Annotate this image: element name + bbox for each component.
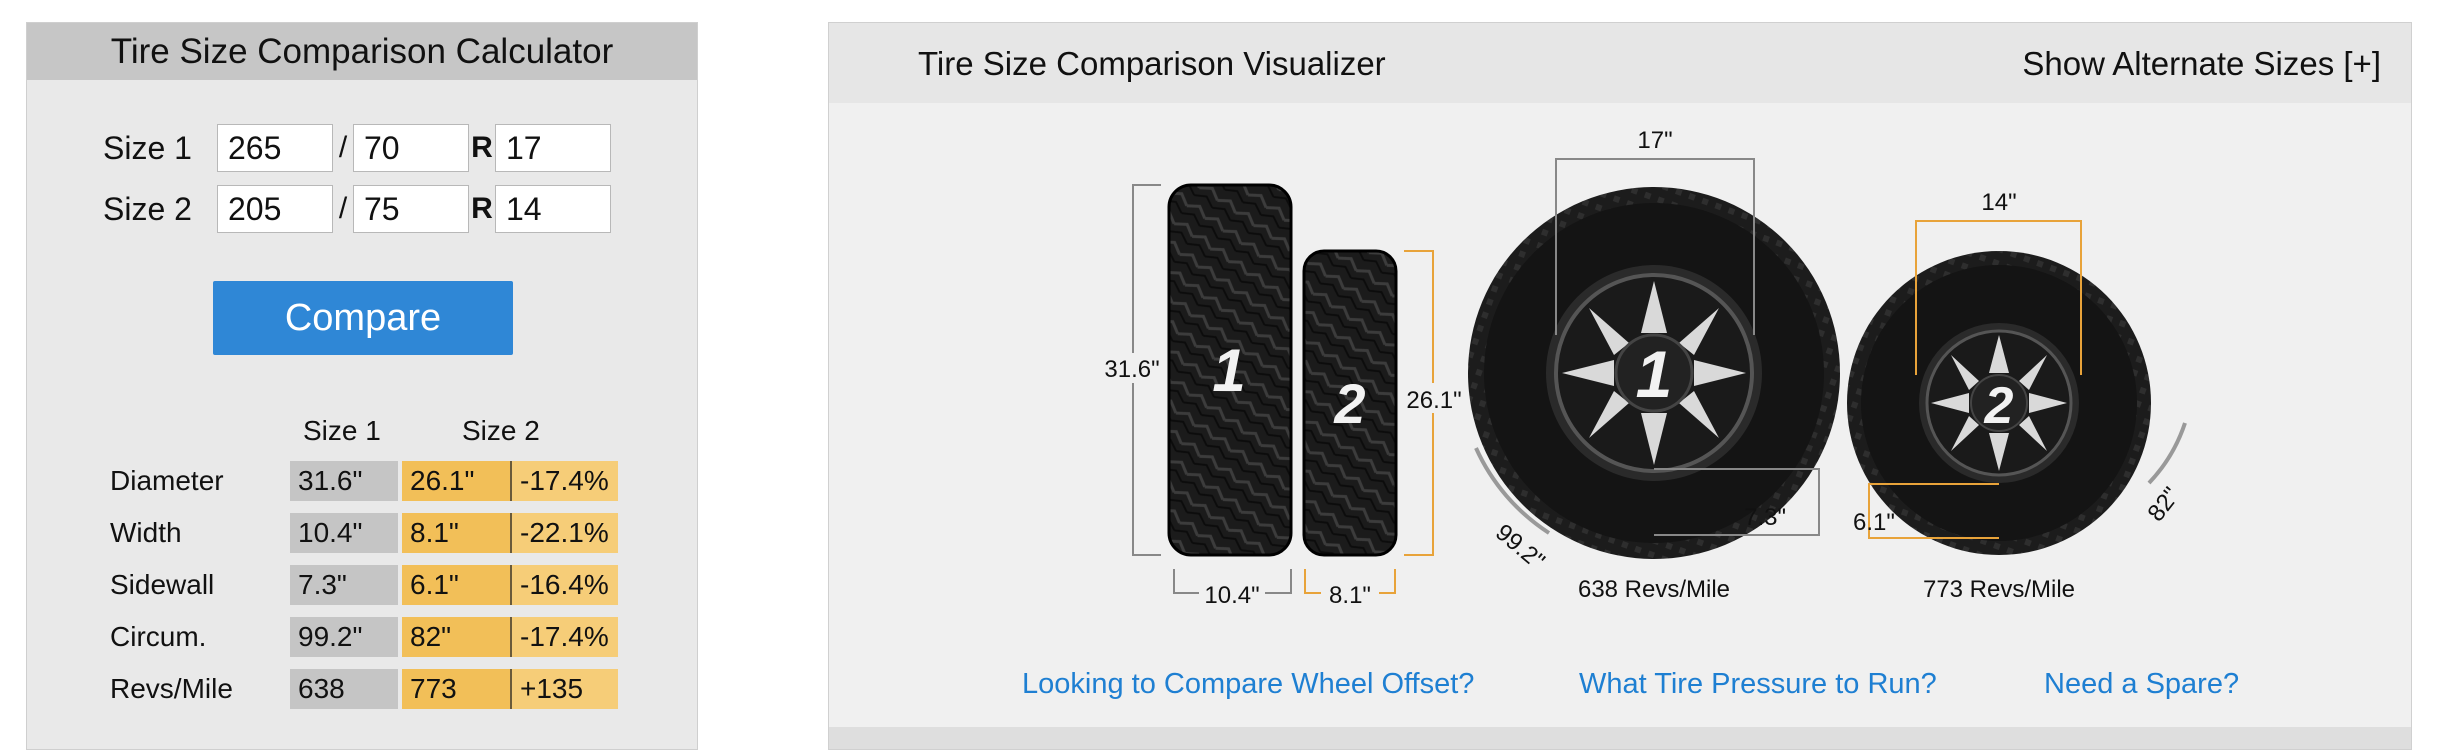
diff-value: -17.4% bbox=[510, 617, 618, 657]
size2-aspect-input[interactable] bbox=[353, 185, 469, 233]
row-label: Circum. bbox=[110, 621, 207, 652]
tire1-diameter-label: 31.6" bbox=[1104, 356, 1159, 383]
size2-value: 6.1" bbox=[402, 565, 510, 605]
visualizer-panel: Tire Size Comparison Visualizer Show Alt… bbox=[828, 22, 2412, 750]
tire1-width-label: 10.4" bbox=[1204, 582, 1259, 609]
row-label: Revs/Mile bbox=[110, 673, 233, 704]
results-row-sidewall: Sidewall 7.3" 6.1" -16.4% bbox=[110, 565, 618, 605]
tire2-revs-label: 773 Revs/Mile bbox=[1923, 576, 2075, 603]
calculator-panel: Tire Size Comparison Calculator Size 1 /… bbox=[26, 22, 698, 750]
show-alternate-sizes-toggle[interactable]: Show Alternate Sizes [+] bbox=[2022, 45, 2381, 83]
diff-value: +135 bbox=[510, 669, 618, 709]
size2-value: 8.1" bbox=[402, 513, 510, 553]
results-col-size2: Size 2 bbox=[462, 415, 540, 446]
compare-wheel-offset-link[interactable]: Looking to Compare Wheel Offset? bbox=[1022, 668, 1474, 701]
visualizer-footer-bar bbox=[829, 727, 2411, 749]
tire2-rim-label: 14" bbox=[1981, 189, 2016, 216]
tire2-front-number: 2 bbox=[1984, 377, 2014, 435]
compare-button[interactable]: Compare bbox=[213, 281, 513, 355]
size2-value: 26.1" bbox=[402, 461, 510, 501]
size1-value: 10.4" bbox=[290, 513, 398, 553]
tire2-side-number: 2 bbox=[1333, 372, 1365, 435]
size1-row: Size 1 / R bbox=[103, 122, 611, 174]
need-a-spare-link[interactable]: Need a Spare? bbox=[2044, 668, 2239, 701]
diff-value: -22.1% bbox=[510, 513, 618, 553]
size1-aspect-input[interactable] bbox=[353, 124, 469, 172]
size2-width-input[interactable] bbox=[217, 185, 333, 233]
tire1-rim-label: 17" bbox=[1637, 127, 1672, 154]
size2-r-label: R bbox=[471, 192, 493, 225]
results-row-revs: Revs/Mile 638 773 +135 bbox=[110, 669, 618, 709]
row-label: Sidewall bbox=[110, 569, 215, 600]
size1-label: Size 1 bbox=[103, 129, 192, 166]
size2-slash: / bbox=[338, 192, 348, 225]
size2-value: 773 bbox=[402, 669, 510, 709]
tire2-diameter-label: 26.1" bbox=[1406, 387, 1461, 414]
tire2-sidewall-label: 6.1" bbox=[1853, 509, 1895, 536]
size1-value: 7.3" bbox=[290, 565, 398, 605]
tire2-circum-label: 82" bbox=[2142, 482, 2185, 526]
row-label: Width bbox=[110, 517, 182, 548]
size1-width-input[interactable] bbox=[217, 124, 333, 172]
row-label: Diameter bbox=[110, 465, 224, 496]
size1-slash: / bbox=[338, 131, 348, 164]
tire1-side-number: 1 bbox=[1212, 337, 1245, 404]
results-col-size1: Size 1 bbox=[303, 415, 381, 446]
tire2-circum-arc bbox=[2147, 422, 2187, 485]
visualizer-title: Tire Size Comparison Visualizer bbox=[918, 45, 1386, 82]
tire-visualization: 1 2 31.6" 26.1" 10.4" 8.1" 1 17" 7.3" 99… bbox=[1104, 127, 2187, 609]
size2-label: Size 2 bbox=[103, 190, 192, 227]
size1-rim-input[interactable] bbox=[495, 124, 611, 172]
results-row-diameter: Diameter 31.6" 26.1" -17.4% bbox=[110, 461, 618, 501]
tire1-sidewall-label: 7.3" bbox=[1744, 504, 1786, 531]
size1-value: 31.6" bbox=[290, 461, 398, 501]
visualizer-header: Tire Size Comparison Visualizer Show Alt… bbox=[829, 23, 2411, 103]
size1-value: 99.2" bbox=[290, 617, 398, 657]
diff-value: -17.4% bbox=[510, 461, 618, 501]
tire1-front-number: 1 bbox=[1636, 337, 1673, 411]
size1-r-label: R bbox=[471, 131, 493, 164]
size2-row: Size 2 / R bbox=[103, 183, 611, 235]
tire2-width-label: 8.1" bbox=[1329, 582, 1371, 609]
tire1-revs-label: 638 Revs/Mile bbox=[1578, 576, 1730, 603]
results-row-circum: Circum. 99.2" 82" -17.4% bbox=[110, 617, 618, 657]
calculator-title: Tire Size Comparison Calculator bbox=[27, 23, 697, 80]
tire-pressure-link[interactable]: What Tire Pressure to Run? bbox=[1579, 668, 1937, 701]
size1-value: 638 bbox=[290, 669, 398, 709]
diff-value: -16.4% bbox=[510, 565, 618, 605]
size2-value: 82" bbox=[402, 617, 510, 657]
size2-rim-input[interactable] bbox=[495, 185, 611, 233]
results-row-width: Width 10.4" 8.1" -22.1% bbox=[110, 513, 618, 553]
